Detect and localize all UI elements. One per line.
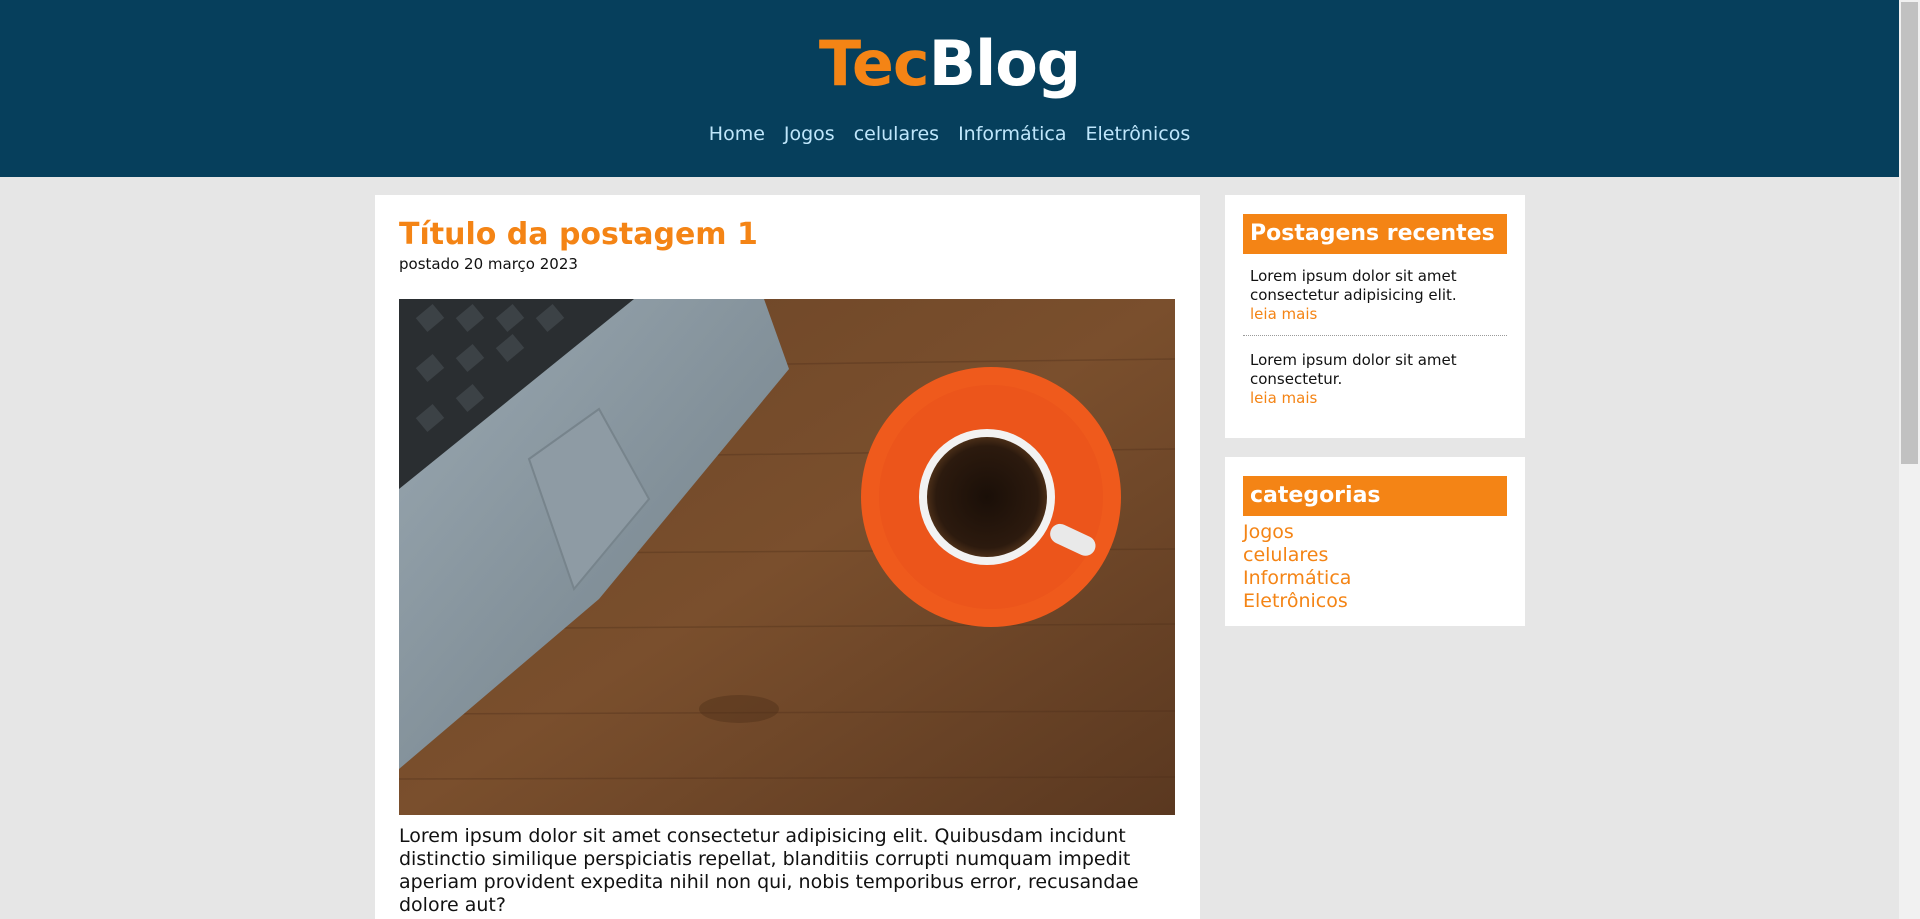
category-link-jogos[interactable]: Jogos (1243, 521, 1294, 543)
category-link-celulares[interactable]: celulares (1243, 544, 1328, 566)
recent-post-text: Lorem ipsum dolor sit amet consectetur. (1250, 351, 1457, 388)
nav-eletronicos[interactable]: Eletrônicos (1085, 120, 1190, 148)
site-logo[interactable]: TecBlog (0, 24, 1899, 104)
category-item: Jogos (1243, 521, 1351, 544)
nav-home[interactable]: Home (709, 120, 765, 148)
scrollbar-thumb[interactable] (1901, 2, 1918, 464)
category-item: celulares (1243, 544, 1351, 567)
post-image (399, 299, 1175, 815)
category-item: Informática (1243, 567, 1351, 590)
categories-list: Jogos celulares Informática Eletrônicos (1243, 521, 1351, 613)
post-card: Título da postagem 1 postado 20 março 20… (375, 195, 1200, 919)
logo-tec: Tec (818, 27, 930, 100)
recent-post-item: Lorem ipsum dolor sit amet consectetur. … (1243, 351, 1507, 408)
recent-post-item: Lorem ipsum dolor sit amet consectetur a… (1243, 267, 1507, 324)
post-body: Lorem ipsum dolor sit amet consectetur a… (399, 825, 1139, 916)
category-item: Eletrônicos (1243, 590, 1351, 613)
recent-post-text: Lorem ipsum dolor sit amet consectetur a… (1250, 267, 1457, 304)
logo-blog: Blog (928, 27, 1081, 100)
categories-title: categorias (1243, 476, 1507, 516)
nav-celulares[interactable]: celulares (854, 120, 939, 148)
nav-jogos[interactable]: Jogos (784, 120, 835, 148)
post-date: postado 20 março 2023 (399, 255, 578, 273)
category-link-informatica[interactable]: Informática (1243, 567, 1351, 589)
read-more-link[interactable]: leia mais (1250, 389, 1507, 408)
main-nav: Home Jogos celulares Informática Eletrôn… (0, 120, 1899, 148)
recent-divider (1243, 335, 1507, 336)
categories-widget: categorias Jogos celulares Informática E… (1225, 457, 1525, 626)
page-scrollbar[interactable] (1899, 0, 1920, 919)
category-link-eletronicos[interactable]: Eletrônicos (1243, 590, 1348, 612)
nav-informatica[interactable]: Informática (958, 120, 1066, 148)
recent-posts-widget: Postagens recentes Lorem ipsum dolor sit… (1225, 195, 1525, 438)
post-title[interactable]: Título da postagem 1 (399, 217, 758, 253)
recent-posts-title: Postagens recentes (1243, 214, 1507, 254)
read-more-link[interactable]: leia mais (1250, 305, 1507, 324)
site-header: TecBlog Home Jogos celulares Informática… (0, 0, 1899, 177)
